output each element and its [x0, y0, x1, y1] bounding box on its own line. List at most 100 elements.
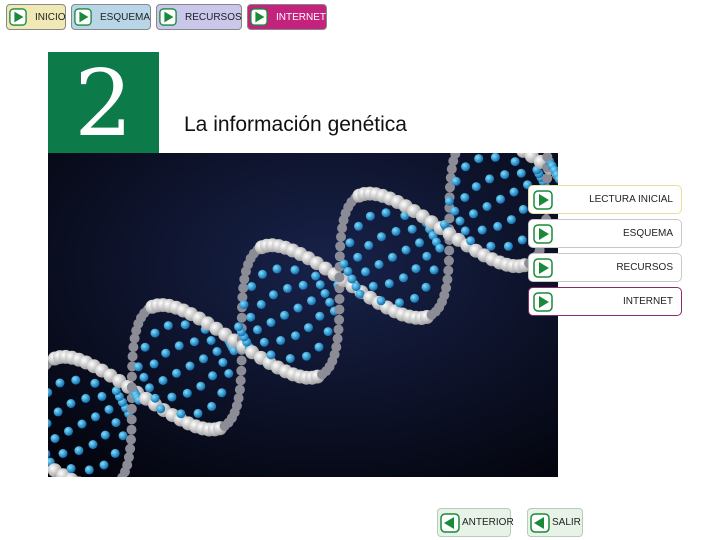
dna-atom: [233, 393, 244, 404]
dna-atom: [161, 348, 171, 358]
dna-atom: [293, 303, 303, 313]
dna-atom: [199, 354, 208, 364]
dna-atom: [361, 267, 370, 277]
dna-atom: [280, 310, 289, 320]
dna-atom: [182, 388, 192, 398]
nav-tab-internet[interactable]: INTERNET: [247, 4, 327, 30]
dna-atom: [126, 382, 137, 393]
dna-atom: [84, 465, 94, 475]
dna-atom: [307, 296, 316, 306]
dna-atom: [81, 393, 91, 403]
dna-atom: [485, 174, 495, 184]
dna-atom: [126, 414, 137, 425]
dna-atom: [311, 271, 321, 281]
chapter-badge: 2: [48, 52, 159, 156]
nav-tab-label: RECURSOS: [185, 11, 242, 23]
dna-image: [48, 153, 558, 477]
dna-atom: [395, 298, 404, 308]
dna-atom: [258, 269, 267, 279]
dna-atom: [276, 336, 286, 345]
dna-atom: [376, 296, 386, 306]
dna-atom: [471, 182, 481, 192]
dna-atom: [422, 251, 432, 261]
dna-atom: [196, 381, 206, 391]
dna-atom: [347, 274, 357, 284]
menu-item-recursos[interactable]: RECURSOS: [528, 253, 682, 282]
dna-atom: [189, 337, 199, 347]
dna-atom: [334, 272, 345, 283]
dna-atom: [302, 351, 311, 361]
dna-atom: [266, 318, 276, 327]
dna-atom: [104, 405, 114, 414]
dna-atom: [246, 312, 256, 322]
previous-button[interactable]: ANTERIOR: [437, 508, 514, 537]
dna-atom: [410, 293, 420, 303]
dna-atom: [283, 283, 292, 293]
dna-atom: [234, 322, 243, 332]
dna-atom: [500, 170, 510, 180]
menu-item-esquema[interactable]: ESQUEMA: [528, 219, 682, 248]
dna-atom: [411, 264, 421, 274]
dna-atom: [235, 375, 246, 386]
dna-atom: [291, 331, 300, 341]
dna-atom: [64, 426, 73, 436]
dna-atom: [304, 323, 313, 333]
dna-atom: [126, 403, 137, 414]
dna-atom: [224, 369, 234, 378]
exit-button[interactable]: SALIR: [527, 508, 583, 537]
dna-atom: [208, 371, 218, 381]
dna-atom: [206, 336, 216, 345]
dna-atom: [207, 401, 217, 411]
dna-atom: [407, 224, 417, 234]
dna-atom: [455, 216, 465, 226]
dna-atom: [125, 443, 136, 454]
dna-atom: [443, 265, 454, 276]
dna-atom: [149, 359, 159, 369]
dna-atom: [444, 245, 455, 256]
dna-atom: [256, 300, 266, 309]
menu-item-lectura-inicial[interactable]: LECTURA INICIAL: [528, 185, 682, 214]
dna-atom: [193, 408, 203, 418]
dna-atom: [334, 304, 345, 315]
dna-atom: [150, 328, 160, 338]
play-icon: [9, 8, 27, 26]
dna-atom: [314, 342, 324, 352]
dna-atom: [140, 342, 150, 352]
dna-atom: [238, 283, 249, 293]
nav-tab-inicio[interactable]: INICIO: [6, 4, 66, 30]
dna-atom: [269, 290, 278, 300]
dna-atom: [172, 368, 181, 378]
dna-atom: [374, 260, 384, 269]
dna-atom: [176, 409, 186, 419]
dna-atom: [145, 383, 154, 393]
dna-atom: [247, 282, 257, 291]
dna-illustration: [48, 153, 558, 477]
nav-tab-esquema[interactable]: ESQUEMA: [71, 4, 151, 30]
nav-tab-recursos[interactable]: RECURSOS: [156, 4, 242, 30]
dna-atom: [150, 393, 160, 403]
chapter-number: 2: [74, 50, 133, 157]
dna-atom: [139, 372, 149, 382]
dna-atom: [212, 347, 222, 356]
menu-item-internet[interactable]: INTERNET: [528, 287, 682, 316]
dna-atom: [353, 252, 363, 262]
dna-atom: [126, 424, 137, 435]
dna-atom: [315, 280, 325, 290]
dna-atom: [335, 241, 346, 252]
dna-atom: [401, 245, 411, 255]
dna-atom: [325, 297, 335, 307]
dna-atom: [334, 251, 345, 262]
dna-atom: [323, 327, 333, 337]
dna-atom: [272, 264, 282, 274]
dna-atom: [384, 279, 394, 289]
dna-atom: [320, 289, 330, 298]
dna-atom: [388, 252, 397, 262]
dna-atom: [443, 255, 454, 266]
dna-atom: [469, 209, 478, 219]
dna-atom: [55, 378, 65, 388]
dna-atom: [91, 412, 100, 422]
dna-atom: [71, 375, 81, 385]
dna-atom: [496, 194, 505, 204]
side-menu: LECTURA INICIAL ESQUEMA RECURSOS INTERNE…: [528, 185, 682, 321]
menu-item-label: ESQUEMA: [622, 228, 673, 239]
